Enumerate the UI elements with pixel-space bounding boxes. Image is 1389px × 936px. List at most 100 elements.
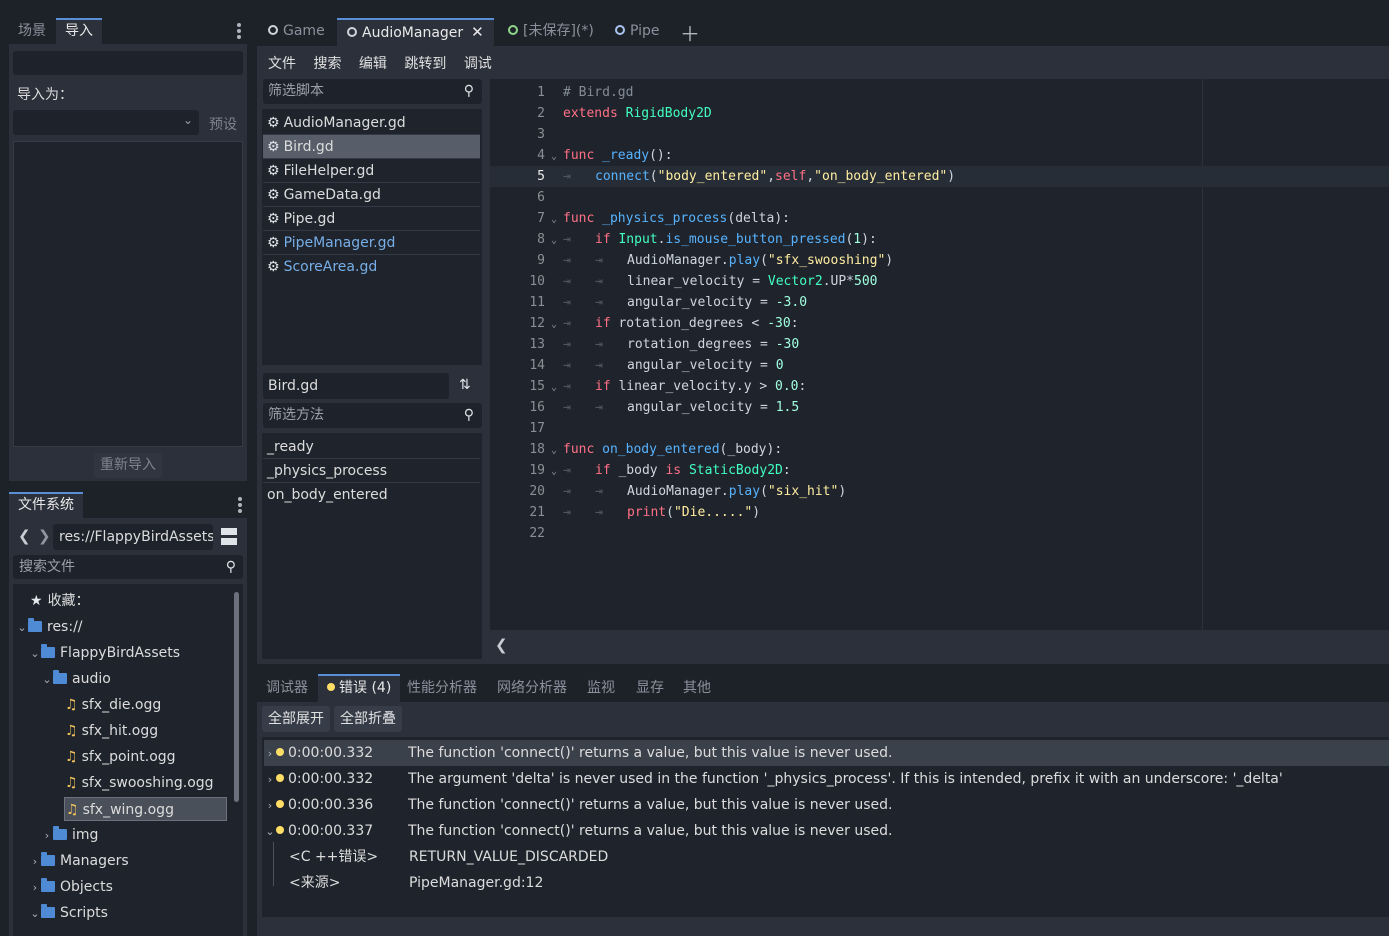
reimport-button[interactable]: 重新导入	[94, 453, 162, 478]
menu-search[interactable]: 搜索	[313, 56, 341, 72]
tree-item[interactable]: ⌄ audio	[41, 667, 111, 691]
fold-icon[interactable]: ⌄	[545, 314, 563, 335]
code-line: 21 ⇥ ⇥ print("Die.....")	[490, 502, 1389, 523]
line-number: 7	[537, 211, 545, 226]
fold-icon[interactable]: ⌄	[545, 377, 563, 398]
line-number: 5	[537, 169, 545, 184]
fold-icon[interactable]: ⌄	[545, 146, 563, 167]
tree-item[interactable]: ♫ sfx_swooshing.ogg	[65, 771, 214, 795]
line-number: 17	[529, 421, 545, 436]
error-row[interactable]: › 0:00:00.332 The argument 'delta' is neve…	[264, 766, 1389, 792]
close-icon[interactable]: ✕	[471, 23, 484, 41]
menu-edit[interactable]: 编辑	[359, 56, 387, 72]
menu-goto[interactable]: 跳转到	[404, 56, 446, 72]
line-number: 13	[529, 337, 545, 352]
script-item[interactable]: ⚙ ScoreArea.gd	[263, 255, 480, 279]
fold-icon[interactable]: ⌄	[545, 461, 563, 482]
tab-filesystem[interactable]: 文件系统	[9, 492, 83, 518]
path-field[interactable]: res://FlappyBirdAssets	[53, 524, 213, 550]
method-filter-input[interactable]: 筛选方法 ⚲	[263, 403, 482, 428]
gear-icon: ⚙	[267, 187, 280, 203]
tab-pipe[interactable]: Pipe	[605, 18, 670, 46]
collapse-all-button[interactable]: 全部折叠	[334, 706, 402, 732]
fold-icon[interactable]: ⌄	[545, 230, 563, 251]
tree-label: audio	[72, 671, 111, 687]
tree-item[interactable]: › img	[41, 823, 98, 847]
tree-item[interactable]: ⌄ FlappyBirdAssets	[29, 641, 180, 665]
sort-icon[interactable]: ⇅	[459, 377, 471, 393]
menu-debug[interactable]: 调试	[464, 56, 492, 72]
tree-label: res://	[47, 619, 83, 635]
tab-video-ram[interactable]: 显存	[627, 674, 673, 702]
detail-key: <来源>	[289, 875, 341, 891]
tab-profiler[interactable]: 性能分析器	[398, 674, 486, 702]
method-item[interactable]: on_body_entered	[263, 483, 480, 507]
tab-network-profiler[interactable]: 网络分析器	[488, 674, 576, 702]
menu-file[interactable]: 文件	[268, 56, 296, 72]
tab-import[interactable]: 导入	[56, 18, 102, 44]
tree-item[interactable]: › Managers	[29, 849, 129, 873]
code-line-current: 5 ⇥ connect("body_entered",self,"on_body_…	[490, 166, 1389, 187]
toggle-scripts-panel-icon[interactable]: ❮	[495, 636, 508, 654]
tab-unsaved[interactable]: [未保存](*)	[498, 18, 604, 46]
back-icon[interactable]: ❮	[18, 527, 31, 545]
error-row[interactable]: › 0:00:00.336 The function 'connect()' ret…	[264, 792, 1389, 818]
split-mode-icon[interactable]	[221, 528, 237, 545]
error-detail-row[interactable]: <C ++错误> RETURN_VALUE_DISCARDED	[264, 844, 1389, 870]
script-item[interactable]: ⚙ GameData.gd	[263, 183, 480, 207]
file-search-input[interactable]: 搜索文件 ⚲	[13, 555, 243, 579]
tree-item[interactable]: ♫ sfx_die.ogg	[65, 693, 161, 717]
tree-item[interactable]: ♫ sfx_hit.ogg	[65, 719, 158, 743]
forward-icon[interactable]: ❯	[38, 527, 51, 545]
tree-item[interactable]: ♫ sfx_point.ogg	[65, 745, 176, 769]
code-line: 10 ⇥ ⇥ linear_velocity = Vector2.UP*500	[490, 271, 1389, 292]
import-as-select[interactable]: ⌄	[13, 110, 199, 135]
tab-monitors[interactable]: 监视	[578, 674, 624, 702]
error-row[interactable]: › 0:00:00.332 The function 'connect()' ret…	[264, 740, 1389, 766]
favorites-row[interactable]: ★ 收藏：	[30, 589, 90, 613]
import-file-field[interactable]	[13, 51, 243, 75]
tab-debugger[interactable]: 调试器	[257, 674, 317, 702]
code-line: 3	[490, 124, 1389, 145]
tab-audiomanager[interactable]: AudioManager ✕	[337, 18, 494, 46]
folder-icon	[41, 878, 55, 892]
script-item-selected[interactable]: ⚙ Bird.gd	[263, 135, 480, 159]
tab-game[interactable]: Game	[258, 18, 335, 46]
line-number: 14	[529, 358, 545, 373]
tab-errors[interactable]: 错误 (4)	[318, 674, 401, 702]
script-item[interactable]: ⚙ PipeManager.gd	[263, 231, 480, 255]
code-line: 19 ⌄ ⇥ if _body is StaticBody2D:	[490, 460, 1389, 481]
tab-misc[interactable]: 其他	[674, 674, 720, 702]
script-item[interactable]: ⚙ FileHelper.gd	[263, 159, 480, 183]
script-filter-input[interactable]: 筛选脚本 ⚲	[263, 79, 482, 104]
fold-icon[interactable]: ⌄	[545, 209, 563, 230]
tree-item[interactable]: ⌄ Scripts	[29, 901, 108, 925]
chevron-right-icon: ›	[267, 799, 273, 812]
error-time: 0:00:00.332	[288, 771, 374, 787]
file-search-placeholder: 搜索文件	[19, 559, 75, 575]
expand-all-button[interactable]: 全部展开	[262, 706, 330, 732]
tree-scrollbar[interactable]	[234, 592, 239, 802]
tab-label: 错误 (4)	[339, 680, 392, 696]
script-name: GameData.gd	[283, 187, 381, 203]
tree-item[interactable]: ⌄ res://	[16, 615, 83, 639]
tab-scene[interactable]: 场景	[9, 18, 55, 44]
method-item[interactable]: _ready	[263, 435, 480, 459]
search-icon: ⚲	[463, 83, 474, 99]
tree-label: sfx_point.ogg	[81, 749, 176, 765]
error-row[interactable]: ⌄ 0:00:00.337 The function 'connect()' ret…	[264, 818, 1389, 844]
tree-item[interactable]: › Objects	[29, 875, 113, 899]
error-detail-row[interactable]: <来源> PipeManager.gd:12	[264, 870, 1389, 896]
error-message: The function 'connect()' returns a value…	[408, 745, 893, 761]
method-item[interactable]: _physics_process	[263, 459, 480, 483]
script-item[interactable]: ⚙ Pipe.gd	[263, 207, 480, 231]
dock-menu-icon[interactable]	[237, 23, 241, 41]
add-tab-icon[interactable]: ＋	[680, 18, 700, 47]
chevron-right-icon: ›	[267, 747, 273, 760]
tree-item-selected[interactable]: ♫ sfx_wing.ogg	[64, 797, 227, 821]
preset-button[interactable]: 预设	[209, 114, 237, 134]
filesystem-menu-icon[interactable]	[238, 497, 242, 515]
fold-icon[interactable]: ⌄	[545, 440, 563, 461]
code-line: 22	[490, 523, 1389, 544]
script-item[interactable]: ⚙ AudioManager.gd	[263, 111, 480, 135]
